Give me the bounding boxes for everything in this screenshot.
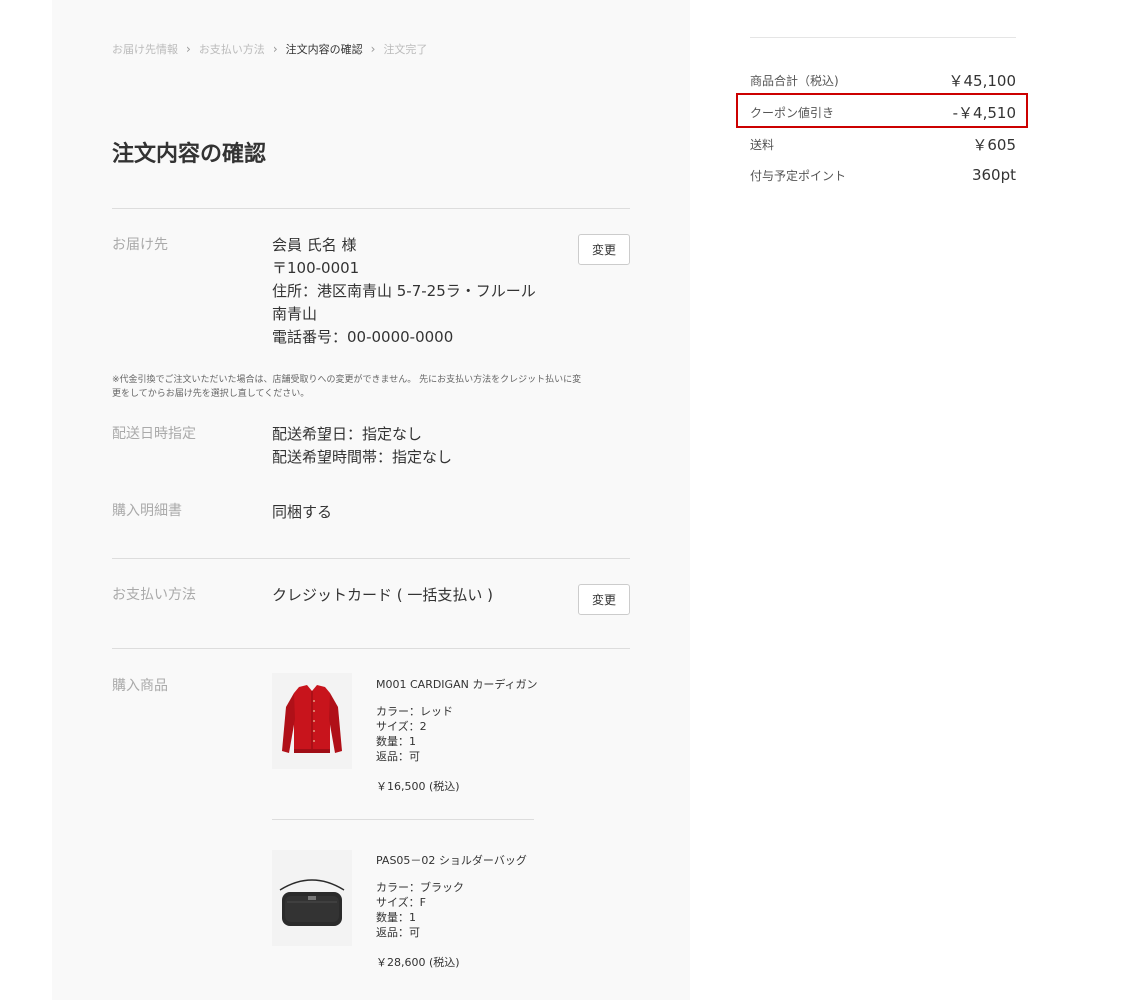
change-shipping-button[interactable]: 変更	[578, 234, 630, 265]
payment-value: クレジットカード ( 一括支払い )	[272, 586, 494, 604]
product-name: M001 CARDIGAN カーディガン	[376, 678, 538, 691]
breadcrumb-step-confirm: 注文内容の確認	[285, 43, 363, 56]
statement-label: 購入明細書	[112, 503, 182, 519]
products-label: 購入商品	[112, 678, 168, 694]
product-quantity: 数量：1	[376, 735, 416, 748]
shipping-fee-label: 送料	[750, 138, 775, 152]
product-returns: 返品：可	[376, 750, 420, 763]
product-price: ￥16,500 (税込)	[376, 780, 460, 793]
shipping-note: ※代金引換でご注文いただいた場合は、店舗受取りへの変更ができません。 先にお支払…	[112, 375, 582, 399]
coupon-label: クーポン値引き	[750, 106, 835, 120]
summary-divider	[750, 37, 1016, 38]
subtotal-label: 商品合計（税込)	[750, 74, 839, 88]
red-cardigan-image	[272, 673, 352, 769]
subtotal-row: 商品合計（税込) ￥45,100	[750, 70, 1016, 91]
points-label: 付与予定ポイント	[750, 168, 847, 183]
page-title: 注文内容の確認	[112, 142, 267, 167]
breadcrumb-step-complete: 注文完了	[383, 43, 428, 56]
product-divider	[272, 819, 534, 820]
chevron-right-icon: ›	[272, 42, 278, 56]
product-info: M001 CARDIGAN カーディガン カラー：レッド サイズ：2 数量：1 …	[376, 676, 538, 794]
chevron-right-icon: ›	[186, 42, 191, 56]
phone-number: 電話番号：00-0000-0000	[272, 328, 454, 346]
delivery-values: 配送希望日：指定なし 配送希望時間帯：指定なし	[272, 423, 452, 469]
chevron-right-icon: ›	[370, 42, 376, 56]
product-price: ￥28,600 (税込)	[376, 956, 460, 969]
payment-label: お支払い方法	[112, 587, 196, 603]
product-info: PAS05－02 ショルダーバッグ カラー：ブラック サイズ：F 数量：1 返品…	[376, 852, 527, 970]
product-size: サイズ：F	[376, 896, 426, 909]
section-divider	[112, 648, 630, 649]
section-divider	[112, 208, 630, 209]
breadcrumb-step-payment: お支払い方法	[198, 43, 265, 56]
order-confirmation-panel: お届け先情報 › お支払い方法 › 注文内容の確認 › 注文完了 注文内容の確認…	[52, 0, 690, 1000]
product-color: カラー：レッド	[376, 705, 453, 718]
breadcrumb-step-shipping: お届け先情報	[112, 43, 178, 56]
product-name: PAS05－02 ショルダーバッグ	[376, 854, 527, 867]
change-payment-button[interactable]: 変更	[578, 584, 630, 615]
points-row: 付与予定ポイント 360pt	[750, 166, 1016, 184]
recipient-name: 会員 氏名 様	[272, 236, 357, 254]
delivery-label: 配送日時指定	[112, 426, 196, 442]
product-image-bag	[272, 850, 352, 946]
section-divider	[112, 558, 630, 559]
product-color: カラー：ブラック	[376, 881, 464, 894]
coupon-row: クーポン値引き -￥4,510	[750, 102, 1016, 123]
shipping-address: 会員 氏名 様 〒100-0001 住所：港区南青山 5-7-25ラ・フルール …	[272, 234, 572, 349]
delivery-date: 配送希望日：指定なし	[272, 425, 423, 443]
address-line2: 南青山	[272, 305, 318, 323]
postal-code: 〒100-0001	[272, 259, 360, 277]
breadcrumb: お届け先情報 › お支払い方法 › 注文内容の確認 › 注文完了	[112, 41, 427, 57]
shipping-fee-row: 送料 ￥605	[750, 134, 1016, 155]
subtotal-value: ￥45,100	[948, 72, 1017, 90]
shipping-fee-value: ￥605	[972, 136, 1016, 154]
address-line1: 住所：港区南青山 5-7-25ラ・フルール	[272, 282, 536, 300]
product-size: サイズ：2	[376, 720, 427, 733]
coupon-value: -￥4,510	[952, 104, 1016, 122]
product-image-cardigan	[272, 673, 352, 769]
points-value: 360pt	[971, 166, 1016, 184]
product-quantity: 数量：1	[376, 911, 416, 924]
black-bag-image	[272, 850, 352, 946]
product-returns: 返品：可	[376, 926, 420, 939]
statement-value: 同梱する	[272, 503, 333, 521]
shipping-label: お届け先	[112, 237, 168, 253]
delivery-time: 配送希望時間帯：指定なし	[272, 448, 453, 466]
